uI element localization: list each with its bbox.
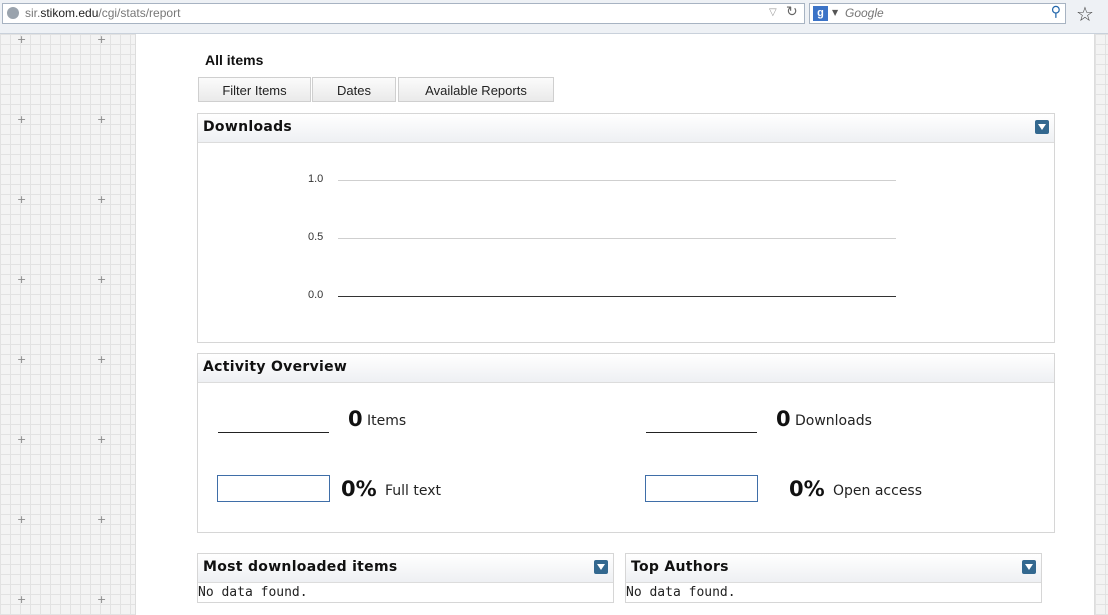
grid-plus-marker: + xyxy=(97,193,107,206)
chart-ytick-label: 0.5 xyxy=(308,231,324,243)
collapse-toggle-icon[interactable] xyxy=(1022,560,1036,574)
background-grid-right xyxy=(1095,34,1108,615)
google-logo-icon[interactable]: g xyxy=(813,6,828,21)
activity-overview-panel: Activity Overview 0 Items 0 Downloads 0%… xyxy=(197,353,1055,533)
collapse-toggle-icon[interactable] xyxy=(1035,120,1049,134)
chart-ytick-label: 0.0 xyxy=(308,289,324,301)
grid-plus-marker: + xyxy=(17,513,27,526)
top-authors-header: Top Authors xyxy=(626,554,1041,583)
url-path: /cgi/stats/report xyxy=(98,6,181,20)
downloads-sparkline xyxy=(646,432,757,433)
grid-plus-marker: + xyxy=(17,433,27,446)
top-authors-title: Top Authors xyxy=(631,559,729,575)
url-text[interactable]: sir.stikom.edu/cgi/stats/report xyxy=(25,6,180,20)
grid-plus-marker: + xyxy=(97,433,107,446)
items-label: Items xyxy=(367,413,407,429)
most-downloaded-title: Most downloaded items xyxy=(203,559,398,575)
top-authors-empty-message: No data found. xyxy=(626,585,736,600)
grid-plus-marker: + xyxy=(17,273,27,286)
top-authors-panel: Top Authors No data found. xyxy=(625,553,1042,603)
tab-available-reports[interactable]: Available Reports xyxy=(398,77,554,102)
downloads-panel: Downloads 1.0 0.5 0.0 xyxy=(197,113,1055,343)
grid-plus-marker: + xyxy=(97,513,107,526)
address-bar[interactable]: sir.stikom.edu/cgi/stats/report ▽ ↻ xyxy=(2,3,805,24)
chart-gridline xyxy=(338,180,896,181)
site-globe-icon xyxy=(7,7,19,19)
fulltext-progress-bar xyxy=(217,475,330,502)
openaccess-label: Open access xyxy=(833,483,923,499)
chart-gridline xyxy=(338,296,896,297)
grid-plus-marker: + xyxy=(97,273,107,286)
downloads-label: Downloads xyxy=(795,413,872,429)
collapse-toggle-icon[interactable] xyxy=(594,560,608,574)
openaccess-progress-bar xyxy=(645,475,758,502)
browser-toolbar: sir.stikom.edu/cgi/stats/report ▽ ↻ g ▼ … xyxy=(0,0,1108,34)
downloads-panel-title: Downloads xyxy=(203,119,293,135)
search-input[interactable]: Google xyxy=(845,6,884,20)
chart-ytick-label: 1.0 xyxy=(308,173,324,185)
openaccess-percent: 0% xyxy=(789,477,825,501)
grid-plus-marker: + xyxy=(17,33,27,46)
tab-dates[interactable]: Dates xyxy=(312,77,396,102)
search-engine-dropdown-icon[interactable]: ▼ xyxy=(832,8,838,17)
url-prefix: sir. xyxy=(25,6,41,20)
items-sparkline xyxy=(218,432,329,433)
bookmark-star-icon[interactable]: ☆ xyxy=(1076,2,1094,26)
most-downloaded-header: Most downloaded items xyxy=(198,554,613,583)
grid-plus-marker: + xyxy=(17,193,27,206)
url-history-dropdown-icon[interactable]: ▽ xyxy=(769,7,777,18)
grid-plus-marker: + xyxy=(97,593,107,606)
search-bar[interactable]: g ▼ Google ⚲ xyxy=(809,3,1066,24)
grid-plus-marker: + xyxy=(17,353,27,366)
chart-gridline xyxy=(338,238,896,239)
tab-filter-items[interactable]: Filter Items xyxy=(198,77,311,102)
grid-plus-marker: + xyxy=(17,113,27,126)
activity-panel-header: Activity Overview xyxy=(198,354,1054,383)
most-downloaded-empty-message: No data found. xyxy=(198,585,308,600)
grid-plus-marker: + xyxy=(97,33,107,46)
most-downloaded-panel: Most downloaded items No data found. xyxy=(197,553,614,603)
grid-plus-marker: + xyxy=(97,113,107,126)
fulltext-label: Full text xyxy=(385,483,442,499)
grid-plus-marker: + xyxy=(97,353,107,366)
activity-panel-title: Activity Overview xyxy=(203,359,348,375)
reload-icon[interactable]: ↻ xyxy=(786,4,798,20)
search-icon[interactable]: ⚲ xyxy=(1051,4,1061,20)
url-domain: stikom.edu xyxy=(40,6,99,20)
items-count: 0 xyxy=(348,407,363,431)
page-title: All items xyxy=(205,52,264,68)
downloads-panel-header: Downloads xyxy=(198,114,1054,143)
grid-plus-marker: + xyxy=(17,593,27,606)
downloads-count: 0 xyxy=(776,407,791,431)
fulltext-percent: 0% xyxy=(341,477,377,501)
